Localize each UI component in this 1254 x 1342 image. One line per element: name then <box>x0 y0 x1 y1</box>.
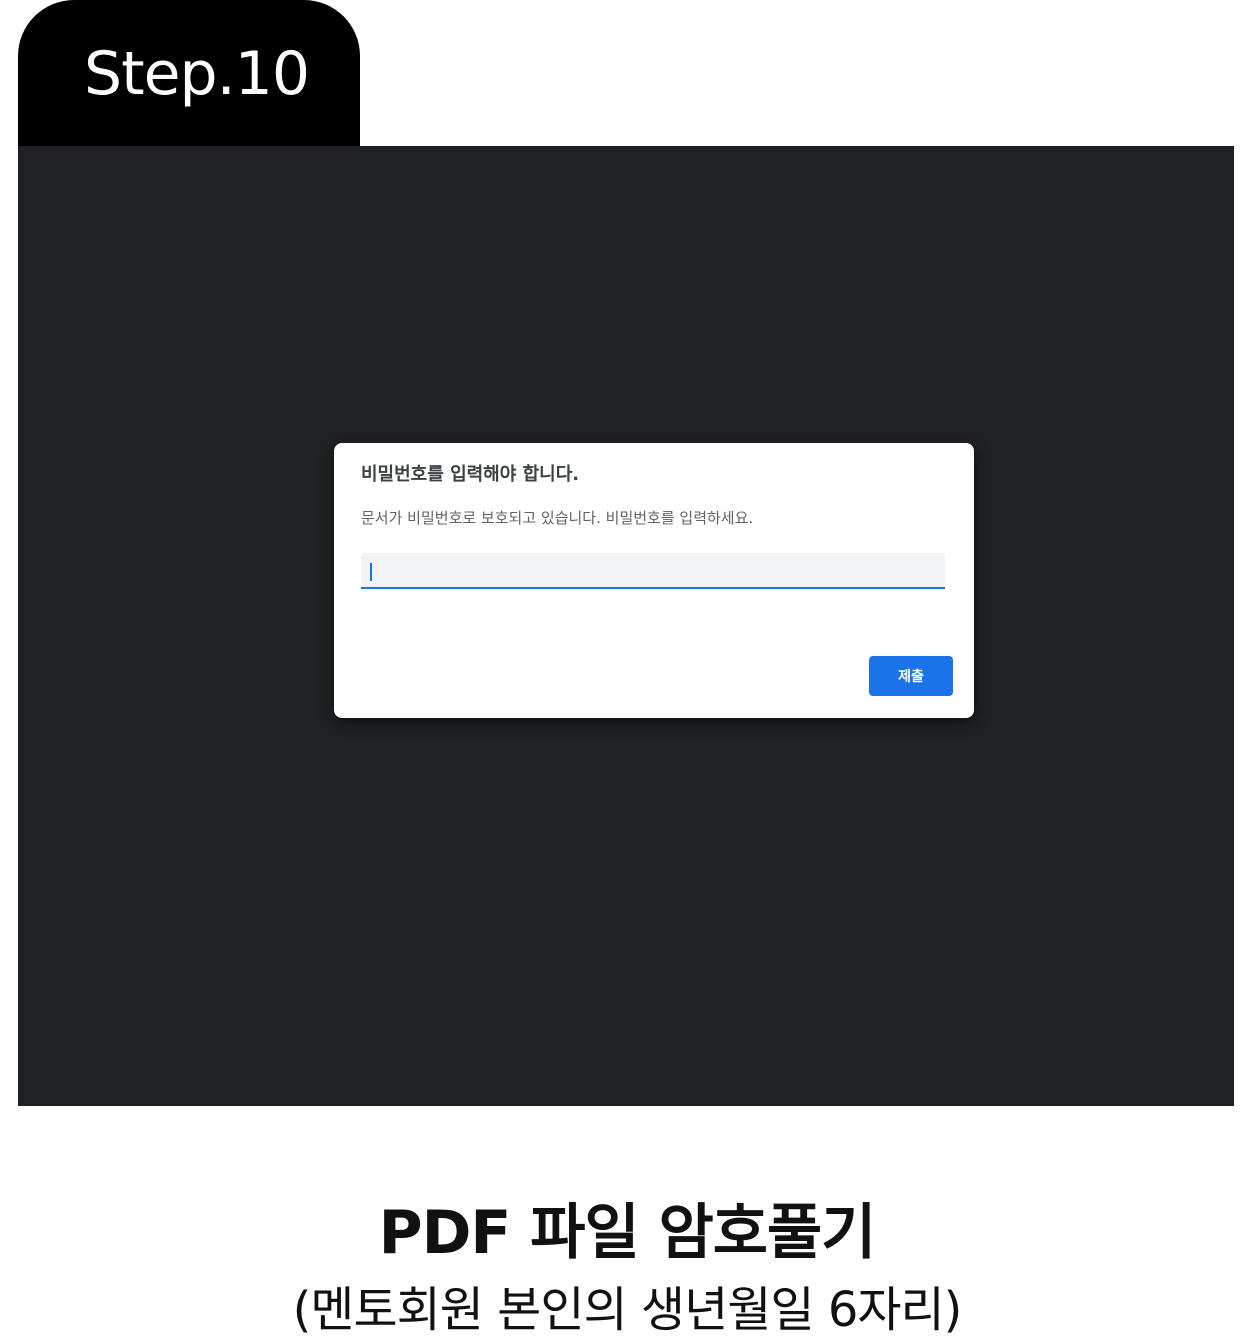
text-caret <box>370 563 372 581</box>
dialog-message: 문서가 비밀번호로 보호되고 있습니다. 비밀번호를 입력하세요. <box>361 509 754 527</box>
submit-button[interactable]: 제출 <box>869 656 953 696</box>
step-label: Step.10 <box>84 39 310 109</box>
pdf-viewer-screen: 비밀번호를 입력해야 합니다. 문서가 비밀번호로 보호되고 있습니다. 비밀번… <box>18 146 1234 1106</box>
caption-title: PDF 파일 암호풀기 <box>378 1198 877 1268</box>
caption-subtitle: (멘토회원 본인의 생년월일 6자리) <box>292 1282 963 1338</box>
password-input[interactable] <box>361 553 945 589</box>
dialog-title: 비밀번호를 입력해야 합니다. <box>361 464 580 485</box>
password-dialog: 비밀번호를 입력해야 합니다. 문서가 비밀번호로 보호되고 있습니다. 비밀번… <box>334 443 974 718</box>
